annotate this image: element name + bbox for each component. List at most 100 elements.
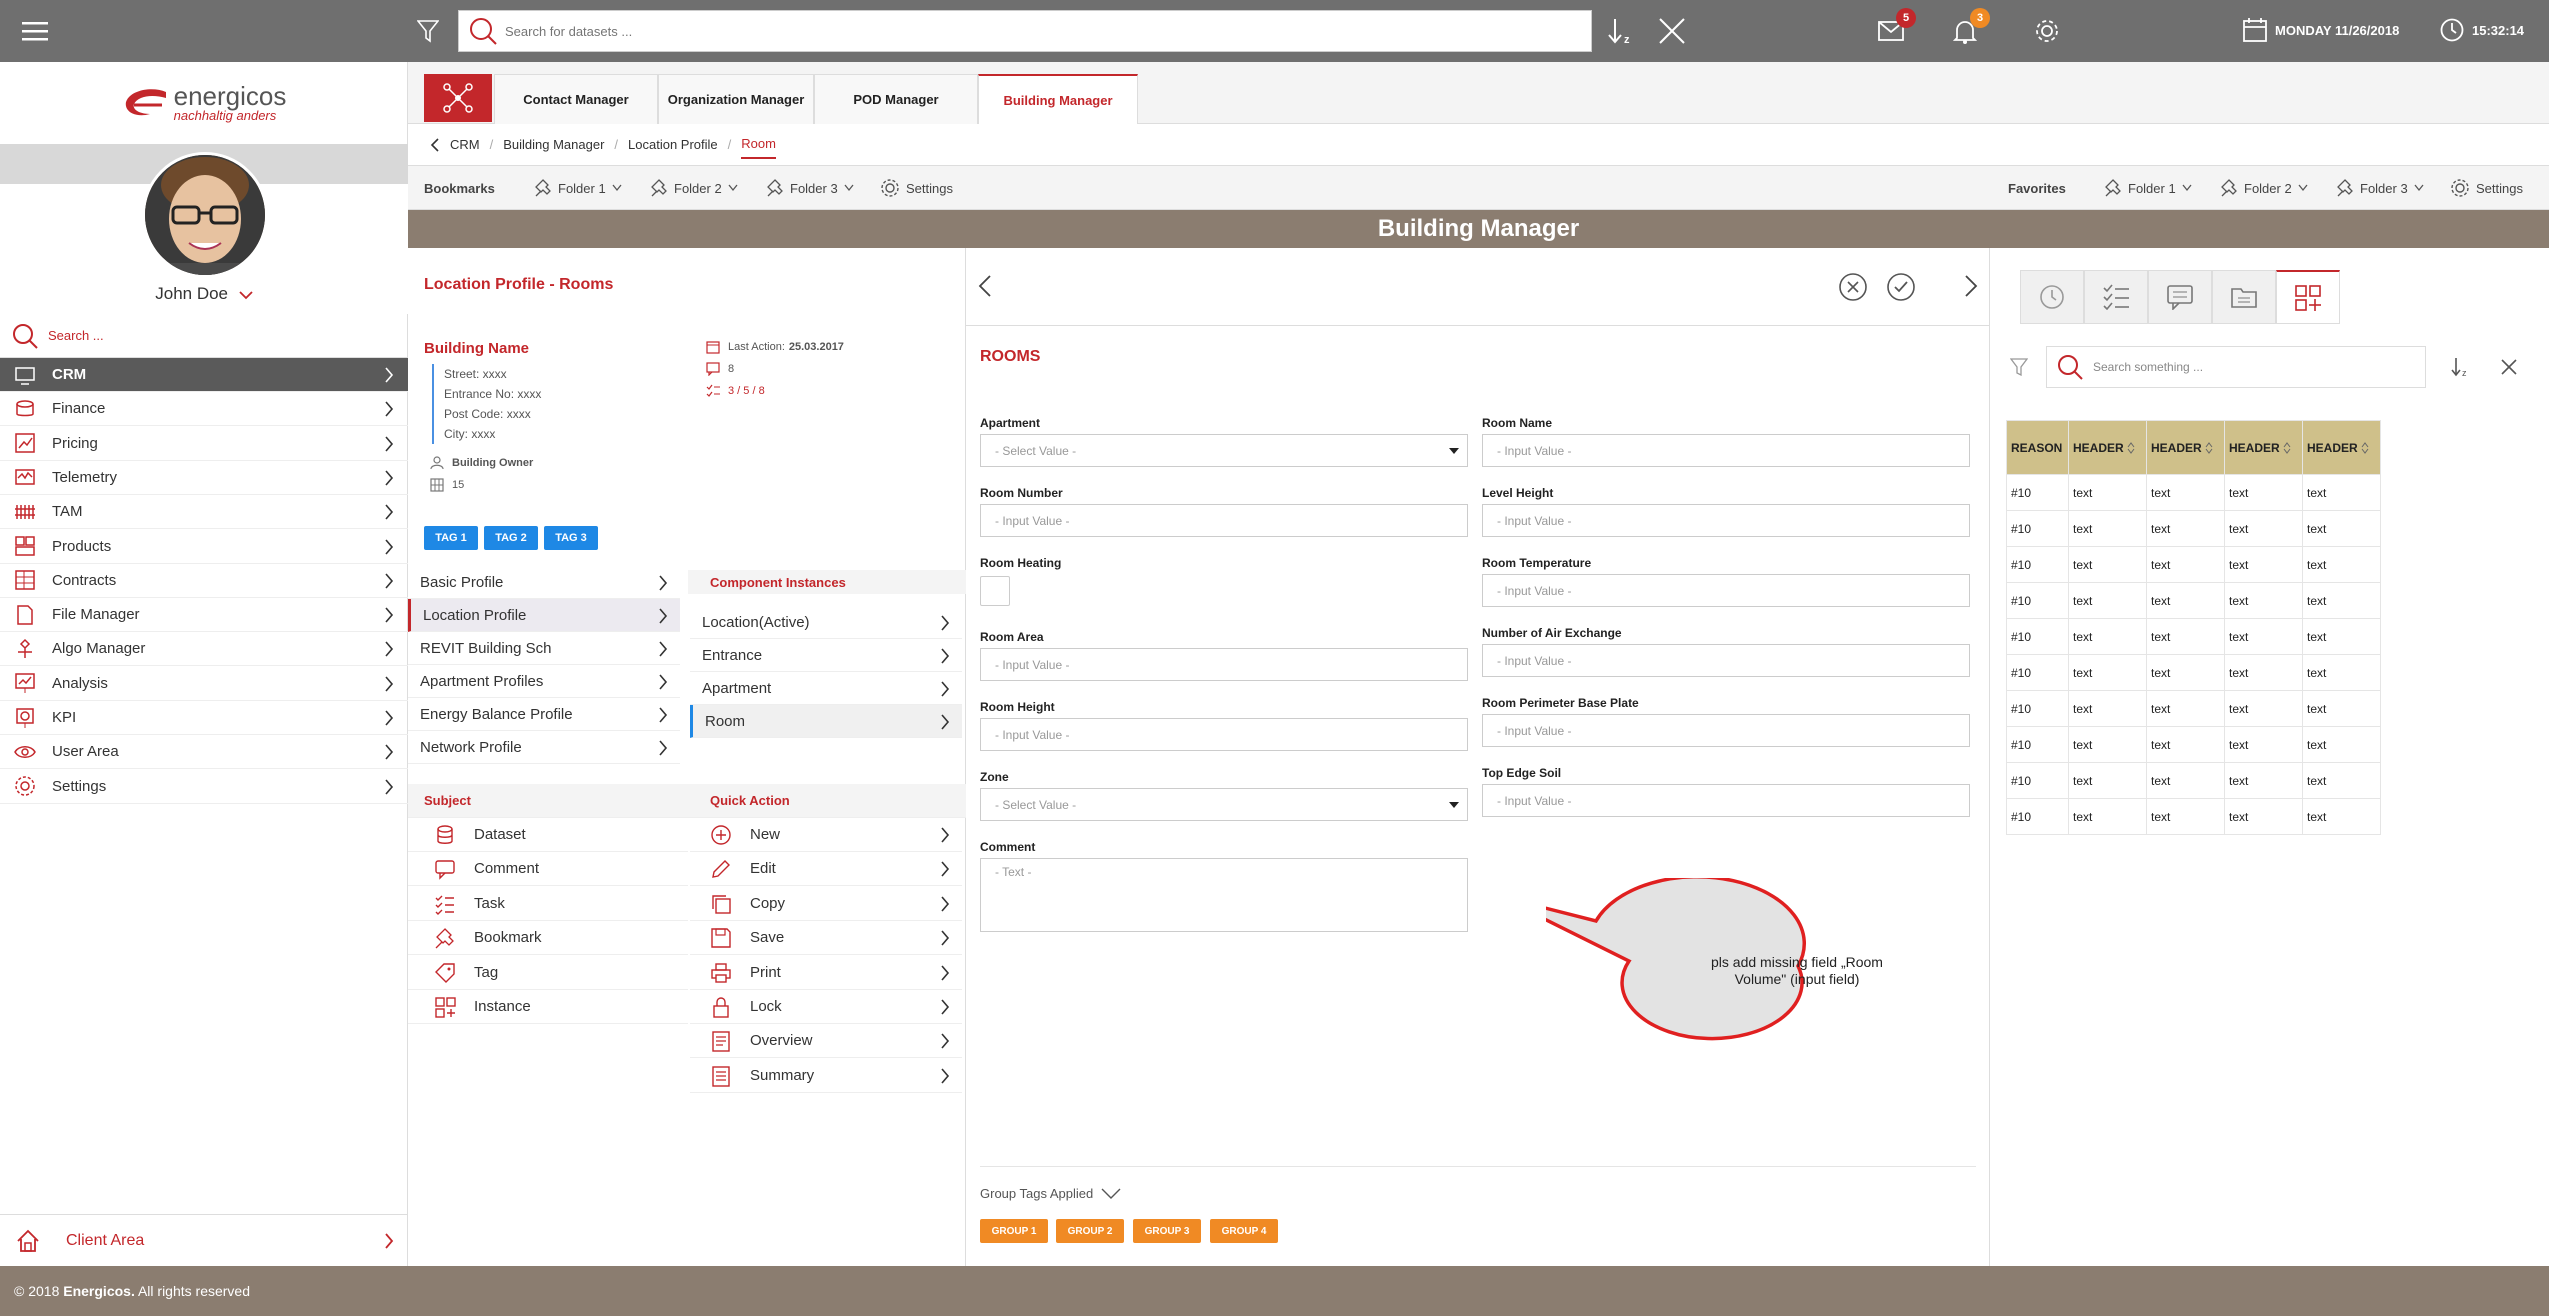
profile-item[interactable]: REVIT Building Sch [408,632,680,665]
subject-item[interactable]: Bookmark [408,921,688,956]
sidebar-item-settings[interactable]: Settings [0,770,408,804]
table-header-cell[interactable]: HEADER [2224,420,2303,475]
sidebar-item-user-area[interactable]: User Area [0,735,408,770]
sidebar-item-finance[interactable]: Finance [0,392,408,427]
sidebar-item-analysis[interactable]: Analysis [0,667,408,701]
quick-action-overview[interactable]: Overview [690,1024,962,1059]
notification-bell-icon[interactable]: 3 [1948,8,1990,48]
quick-action-new[interactable]: New [690,818,962,852]
subject-item[interactable]: Task [408,887,688,921]
profile-item[interactable]: Basic Profile [408,566,680,599]
tab-files[interactable] [2212,270,2276,324]
chevron-right-icon[interactable] [1964,274,1978,298]
sidebar-item-file-manager[interactable]: File Manager [0,598,408,633]
room-name-input[interactable]: - Input Value - [1482,434,1970,467]
breadcrumb-item-building-manager[interactable]: Building Manager [503,137,604,152]
table-row[interactable]: #10 text text text text [2006,474,2381,511]
table-row[interactable]: #10 text text text text [2006,690,2381,727]
subject-item[interactable]: Tag [408,956,688,990]
group-tag-4[interactable]: GROUP 4 [1210,1219,1278,1243]
tag-1[interactable]: TAG 1 [424,526,478,550]
table-header-cell[interactable]: HEADER [2146,420,2225,475]
dataset-search-input[interactable] [505,23,1591,39]
quick-action-summary[interactable]: Summary [690,1059,962,1093]
favorite-folder-2[interactable]: Folder 2 [2220,166,2308,210]
component-item[interactable]: Room [690,705,962,738]
sidebar-item-algo-manager[interactable]: Algo Manager [0,632,408,667]
tab-history[interactable] [2020,270,2084,324]
favorite-folder-3[interactable]: Folder 3 [2336,166,2424,210]
component-item[interactable]: Location(Active) [690,606,962,639]
table-header-cell[interactable]: REASON [2006,420,2069,475]
level-height-input[interactable]: - Input Value - [1482,504,1970,537]
apartment-select[interactable]: - Select Value - [980,434,1468,467]
table-row[interactable]: #10 text text text text [2006,798,2381,835]
zone-select[interactable]: - Select Value - [980,788,1468,821]
filter-icon[interactable] [2010,358,2028,376]
bookmark-folder-1[interactable]: Folder 1 [534,166,622,210]
group-tags-toggle[interactable]: Group Tags Applied [980,1186,1121,1201]
quick-action-save[interactable]: Save [690,921,962,956]
clear-search-icon[interactable] [1655,14,1689,48]
side-search-box[interactable]: Search something ... [2046,346,2426,388]
filter-icon[interactable] [411,14,445,48]
client-area-link[interactable]: Client Area [0,1214,408,1266]
table-row[interactable]: #10 text text text text [2006,618,2381,655]
tab-contact-manager[interactable]: Contact Manager [494,74,658,124]
quick-action-print[interactable]: Print [690,956,962,990]
cancel-circle-icon[interactable] [1838,272,1868,302]
sidebar-search[interactable]: Search ... [0,314,408,358]
tab-tasks[interactable] [2084,270,2148,324]
air-exchange-input[interactable]: - Input Value - [1482,644,1970,677]
profile-item[interactable]: Apartment Profiles [408,665,680,698]
quick-action-copy[interactable]: Copy [690,887,962,921]
tag-3[interactable]: TAG 3 [544,526,598,550]
sidebar-item-telemetry[interactable]: Telemetry [0,461,408,495]
room-temperature-input[interactable]: - Input Value - [1482,574,1970,607]
table-row[interactable]: #10 text text text text [2006,582,2381,619]
table-row[interactable]: #10 text text text text [2006,654,2381,691]
bookmark-folder-2[interactable]: Folder 2 [650,166,738,210]
close-icon[interactable] [2500,358,2518,376]
user-name-menu[interactable]: John Doe [0,284,408,304]
sort-icon[interactable]: z [1604,14,1638,48]
table-header-cell[interactable]: HEADER [2302,420,2381,475]
component-item[interactable]: Entrance [690,639,962,672]
room-heating-checkbox[interactable] [980,576,1010,606]
component-item[interactable]: Apartment [690,672,962,705]
table-header-cell[interactable]: HEADER [2068,420,2147,475]
room-number-input[interactable]: - Input Value - [980,504,1468,537]
bookmark-folder-3[interactable]: Folder 3 [766,166,854,210]
tag-2[interactable]: TAG 2 [484,526,538,550]
top-edge-soil-input[interactable]: - Input Value - [1482,784,1970,817]
energicos-logo[interactable]: energicos nachhaltig anders [0,62,408,144]
sort-icon[interactable]: z [2450,356,2470,378]
hamburger-menu-icon[interactable] [18,14,52,48]
subject-item[interactable]: Dataset [408,818,688,852]
tab-instances[interactable] [2276,270,2340,324]
perimeter-input[interactable]: - Input Value - [1482,714,1970,747]
table-row[interactable]: #10 text text text text [2006,762,2381,799]
subject-item[interactable]: Comment [408,852,688,887]
network-hub-button[interactable] [424,74,492,122]
breadcrumb-item-crm[interactable]: CRM [450,137,480,152]
quick-action-edit[interactable]: Edit [690,852,962,887]
profile-item[interactable]: Location Profile [408,599,680,632]
profile-item[interactable]: Network Profile [408,731,680,764]
mail-icon[interactable]: 5 [1874,8,1916,48]
avatar[interactable] [142,152,268,278]
settings-gear-icon[interactable] [2030,14,2064,48]
breadcrumb-item-room[interactable]: Room [741,130,776,159]
profile-item[interactable]: Energy Balance Profile [408,698,680,731]
sidebar-item-products[interactable]: Products [0,530,408,564]
bookmarks-settings[interactable]: Settings [880,166,953,210]
breadcrumb-item-location-profile[interactable]: Location Profile [628,137,718,152]
tab-pod-manager[interactable]: POD Manager [814,74,978,124]
group-tag-2[interactable]: GROUP 2 [1056,1219,1124,1243]
room-area-input[interactable]: - Input Value - [980,648,1468,681]
sidebar-item-kpi[interactable]: KPI [0,701,408,735]
sidebar-item-crm[interactable]: CRM [0,358,408,392]
confirm-check-icon[interactable] [1886,272,1916,302]
sidebar-item-contracts[interactable]: Contracts [0,564,408,598]
chevron-left-icon[interactable] [978,274,992,298]
